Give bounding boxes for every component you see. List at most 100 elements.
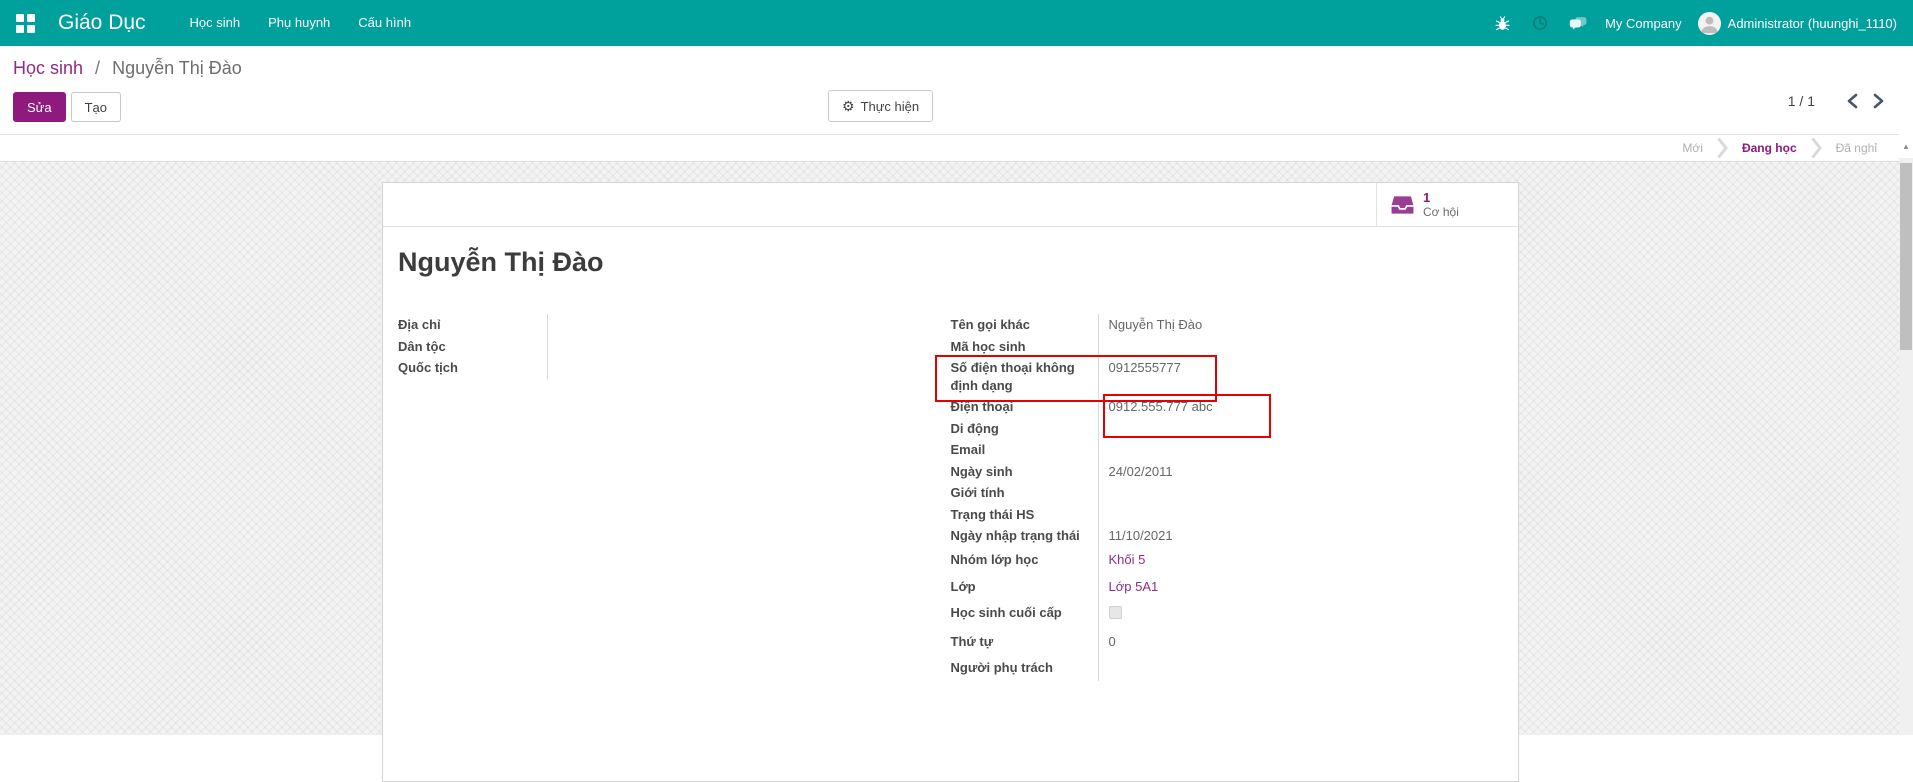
field-value: 11/10/2021 — [1099, 525, 1504, 547]
field-value-text: 11/10/2021 — [1108, 528, 1173, 543]
statusbar-step[interactable]: Mới — [1668, 141, 1717, 155]
statusbar-chevron-icon — [1810, 137, 1822, 159]
field-row: Ngày sinh 24/02/2011 — [951, 460, 1504, 483]
field-row: Nhóm lớp học Khối 5 — [951, 546, 1504, 574]
company-switcher[interactable]: My Company — [1605, 16, 1682, 31]
field-label: Thứ tự — [951, 628, 1099, 655]
field-label: Ngày sinh — [951, 460, 1099, 482]
gear-icon: ⚙ — [842, 97, 855, 114]
statusbar-step[interactable]: Đang học — [1728, 141, 1811, 155]
field-label: Mã học sinh — [951, 335, 1099, 357]
field-row: Địa chỉ — [398, 314, 951, 336]
navbar-menu-item[interactable]: Cấu hình — [344, 0, 425, 46]
field-value — [1099, 336, 1504, 358]
opportunity-label: Cơ hội — [1423, 204, 1459, 219]
field-label: Tên gọi khác — [951, 314, 1099, 336]
statusbar: Mới Đang học Đã nghỉ — [0, 134, 1899, 162]
field-label: Người phụ trách — [951, 654, 1099, 681]
form-sheet: 1 Cơ hội Nguyễn Thị Đào Địa chỉ Dân tộc Qu… — [382, 182, 1519, 782]
field-value: 0 — [1099, 628, 1504, 655]
field-value — [1099, 600, 1504, 629]
navbar-menu-item[interactable]: Phụ huynh — [254, 0, 344, 46]
field-row: Mã học sinh — [951, 335, 1504, 358]
user-name: Administrator (huunghi_1110) — [1727, 15, 1897, 31]
field-row: Thứ tự 0 — [951, 628, 1504, 655]
field-label: Nhóm lớp học — [951, 546, 1099, 573]
opportunity-count: 1 — [1423, 189, 1431, 205]
field-value — [1099, 418, 1504, 440]
field-value — [1099, 482, 1504, 504]
navbar-menu-item[interactable]: Học sinh — [176, 0, 255, 46]
breadcrumb-current: Nguyễn Thị Đào — [112, 58, 242, 78]
pager: 1 / 1 — [1788, 88, 1891, 114]
edit-button[interactable]: Sửa — [13, 92, 66, 122]
breadcrumb: Học sinh / Nguyễn Thị Đào — [13, 58, 242, 79]
field-label: Quốc tịch — [398, 357, 548, 379]
pager-previous-icon[interactable] — [1839, 88, 1865, 114]
field-row: Ngày nhập trạng thái 11/10/2021 — [951, 525, 1504, 547]
field-value — [1099, 439, 1504, 461]
action-button[interactable]: ⚙ Thực hiện — [828, 90, 934, 122]
create-button[interactable]: Tạo — [70, 92, 122, 122]
field-row: Quốc tịch — [398, 357, 951, 379]
field-row: Trạng thái HS — [951, 503, 1504, 526]
field-row: Số điện thoại không định dạng 0912555777 — [934, 355, 1504, 402]
field-value: 0912.555.777 abc — [1099, 394, 1504, 438]
field-value-text: Nguyễn Thị Đào — [1108, 317, 1203, 332]
field-value: 24/02/2011 — [1099, 461, 1504, 483]
statusbar-step[interactable]: Đã nghỉ — [1822, 141, 1891, 155]
scrollbar-up-arrow[interactable]: ▲ — [1899, 134, 1913, 158]
control-panel: Học sinh / Nguyễn Thị Đào Sửa Tạo ⚙ Thực… — [0, 46, 1913, 134]
pager-value: 1 / 1 — [1787, 93, 1815, 109]
field-value: Khối 5 — [1099, 547, 1504, 574]
scrollbar-thumb[interactable] — [1900, 163, 1912, 350]
field-value — [1099, 655, 1504, 682]
navbar-right: My Company Administrator (huunghi_1110) — [1483, 0, 1913, 46]
field-row: Di động — [951, 417, 1504, 440]
field-value — [1099, 504, 1504, 526]
field-value: 0912555777 — [1099, 357, 1504, 396]
debug-bug-icon[interactable] — [1483, 0, 1521, 46]
user-menu[interactable]: Administrator (huunghi_1110) — [1697, 11, 1897, 35]
field-label: Điện thoại — [951, 396, 1099, 418]
field-value-link[interactable]: Khối 5 — [1109, 552, 1146, 567]
field-row: Tên gọi khác Nguyễn Thị Đào — [951, 314, 1504, 336]
field-row: Giới tính — [951, 482, 1504, 504]
breadcrumb-parent-link[interactable]: Học sinh — [13, 58, 83, 78]
button-box: 1 Cơ hội — [383, 183, 1518, 227]
top-navbar: Giáo Dục Học sinh Phụ huynh Cấu hình My … — [0, 0, 1913, 46]
opportunities-stat-button[interactable]: 1 Cơ hội — [1376, 183, 1518, 226]
app-brand[interactable]: Giáo Dục — [58, 11, 146, 35]
field-row: Học sinh cuối cấp — [951, 599, 1504, 629]
scrollbar-track[interactable] — [1899, 158, 1913, 735]
right-field-group: Tên gọi khác Nguyễn Thị Đào Mã học sinh Số … — [934, 314, 1504, 682]
activities-clock-icon[interactable] — [1521, 0, 1559, 46]
navbar-menus: Học sinh Phụ huynh Cấu hình — [176, 0, 426, 46]
field-label: Lớp — [951, 573, 1099, 600]
field-label: Di động — [951, 417, 1099, 439]
messages-chat-icon[interactable] — [1559, 0, 1597, 46]
field-label: Địa chỉ — [398, 314, 548, 336]
checkbox[interactable] — [1108, 606, 1122, 619]
statusbar-chevron-icon — [1717, 137, 1728, 159]
pager-next-icon[interactable] — [1865, 88, 1891, 114]
field-groups: Địa chỉ Dân tộc Quốc tịch Tên gọi khác Nguy… — [398, 314, 1503, 681]
field-value: Lớp 5A1 — [1099, 573, 1504, 600]
breadcrumb-separator: / — [95, 58, 101, 78]
field-row: Email — [951, 439, 1504, 461]
field-value-text: 0 — [1108, 633, 1116, 649]
left-field-group: Địa chỉ Dân tộc Quốc tịch — [398, 314, 951, 379]
field-value-text: 0912555777 — [1108, 360, 1181, 375]
field-label: Ngày nhập trạng thái — [951, 525, 1099, 547]
field-label: Giới tính — [951, 482, 1099, 504]
field-row: Lớp Lớp 5A1 — [951, 573, 1504, 600]
field-label: Email — [951, 439, 1099, 461]
field-value: Nguyễn Thị Đào — [1099, 314, 1504, 336]
field-value-link[interactable]: Lớp 5A1 — [1109, 579, 1159, 594]
opportunity-inbox-icon — [1391, 195, 1414, 214]
field-label: Trạng thái HS — [951, 503, 1099, 525]
apps-menu-button[interactable] — [0, 0, 50, 46]
field-row: Dân tộc — [398, 335, 951, 357]
field-label: Học sinh cuối cấp — [951, 599, 1099, 628]
vertical-scrollbar: ▲ — [1899, 134, 1913, 735]
